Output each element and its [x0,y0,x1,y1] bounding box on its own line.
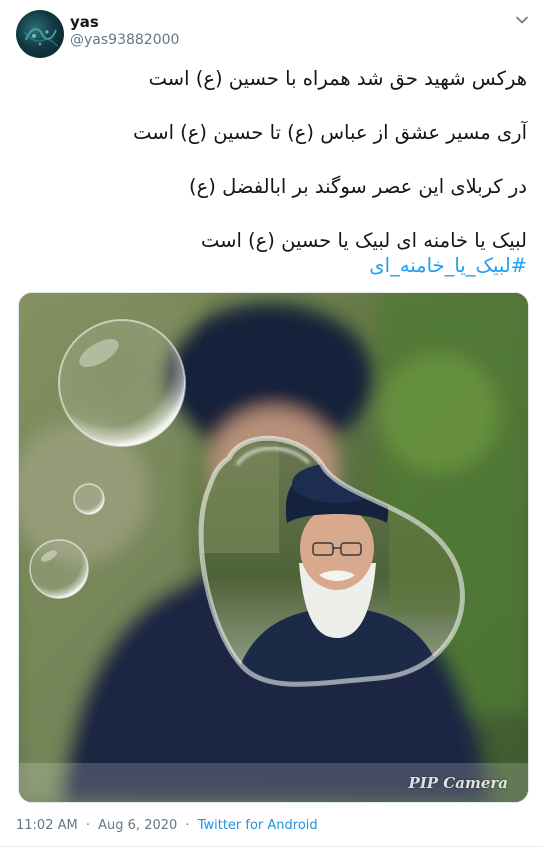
tweet-date[interactable]: Aug 6, 2020 [98,818,177,833]
divider [0,846,543,847]
tweet-meta: 11:02 AM · Aug 6, 2020 · Twitter for And… [16,818,318,833]
chevron-down-icon [516,16,528,24]
user-handle[interactable]: @yas93882000 [70,32,179,48]
tweet-text: هرکس شهید حق شد همراه با حسین (ع) است آر… [16,66,527,278]
photo-image [19,293,528,802]
tweet-line: هرکس شهید حق شد همراه با حسین (ع) است [148,67,527,90]
tweet-line: در کربلای این عصر سوگند بر ابالفضل (ع) [189,175,527,198]
tweet-source-link[interactable]: Twitter for Android [198,818,318,833]
tweet-line: آری مسیر عشق از عباس (ع) تا حسین (ع) است [133,121,527,144]
hashtag-link[interactable]: #لبیک_یا_خامنه_ای [369,254,527,277]
tweet-line: لبیک یا خامنه ای لبیک یا حسین (ع) است [200,229,527,252]
avatar[interactable] [16,10,64,58]
tweet-time[interactable]: 11:02 AM [16,818,78,833]
tweet-photo[interactable]: PIP Camera [18,292,529,803]
photo-watermark: PIP Camera [408,774,509,792]
meta-separator: · [85,818,90,833]
user-name[interactable]: yas [70,13,99,31]
meta-separator: · [185,818,190,833]
more-button[interactable] [512,10,532,30]
tweet: yas @yas93882000 هرکس شهید حق شد همراه ب… [0,0,543,851]
avatar-image [23,28,59,47]
